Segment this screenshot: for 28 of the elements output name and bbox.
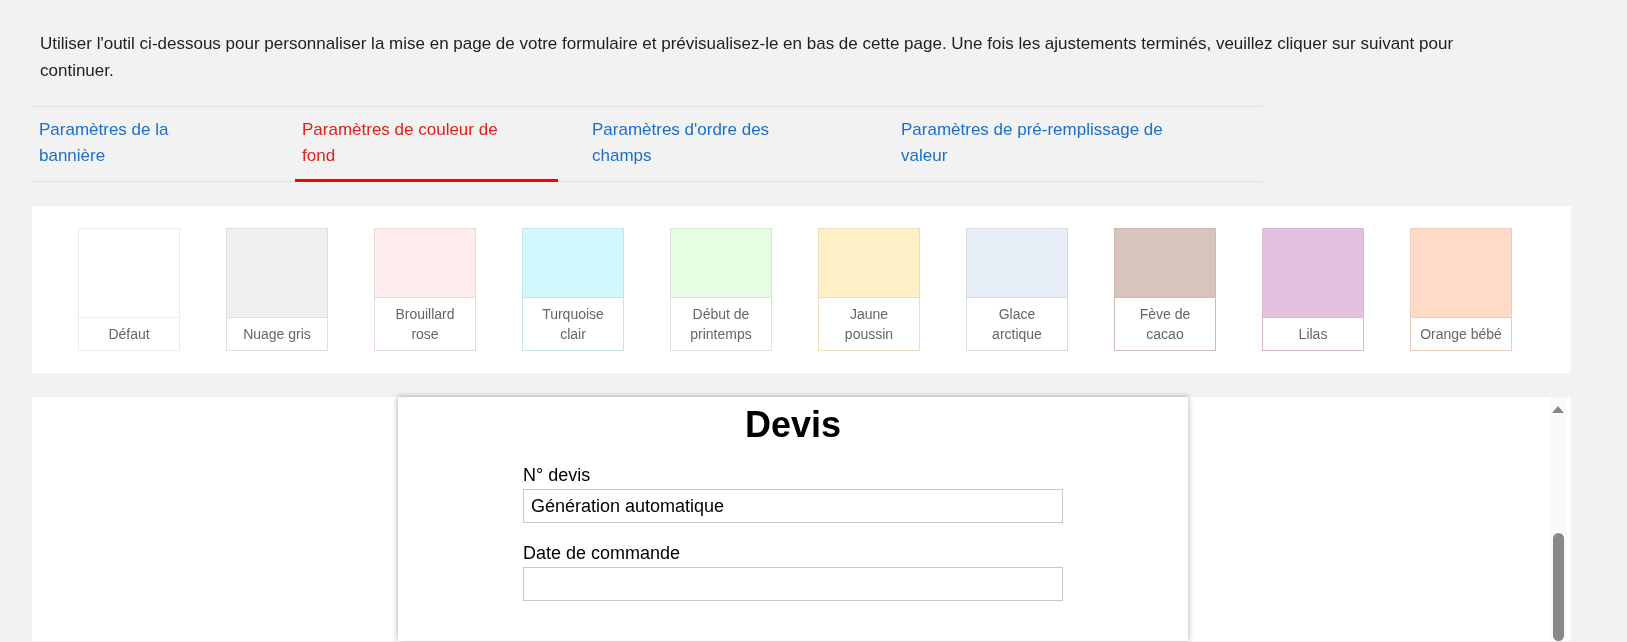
- color-swatch[interactable]: Turquoise clair: [522, 228, 624, 351]
- color-swatch[interactable]: Orange bébé: [1410, 228, 1512, 351]
- color-swatch[interactable]: Jaune poussin: [818, 228, 920, 351]
- color-swatch[interactable]: Lilas: [1262, 228, 1364, 351]
- color-swatch[interactable]: Brouillard rose: [374, 228, 476, 351]
- swatch-label: Lilas: [1263, 317, 1363, 350]
- swatch-label: Fève de cacao: [1115, 297, 1215, 350]
- swatch-label: Début de printemps: [671, 297, 771, 350]
- tab[interactable]: Paramètres de couleur de fond: [295, 107, 558, 182]
- color-swatch[interactable]: Défaut: [78, 228, 180, 351]
- swatch-label: Nuage gris: [227, 317, 327, 350]
- swatch-label: Turquoise clair: [523, 297, 623, 350]
- color-swatch[interactable]: Glace arctique: [966, 228, 1068, 351]
- field-label: Date de commande: [523, 542, 682, 565]
- swatch-label: Orange bébé: [1411, 317, 1511, 350]
- tab[interactable]: Paramètres de la bannière: [32, 107, 232, 182]
- form-title: Devis: [744, 403, 842, 447]
- field-label: N° devis: [523, 464, 592, 487]
- tab[interactable]: Paramètres d'ordre des champs: [585, 107, 815, 182]
- color-swatch[interactable]: Début de printemps: [670, 228, 772, 351]
- instructions-text: Utiliser l'outil ci-dessous pour personnaliser la mise en page de votre formulaire et prévisualisez-le en bas de cette page. Une fois les ajustements terminés, veuillez cliquer sur suivant pour continuer.: [39, 33, 1455, 82]
- swatch-label: Brouillard rose: [375, 297, 475, 350]
- text-field[interactable]: Génération automatique: [523, 489, 1063, 523]
- tab[interactable]: Paramètres de pré-remplissage de valeur: [894, 107, 1194, 182]
- swatch-label: Glace arctique: [967, 297, 1067, 350]
- color-swatch[interactable]: Nuage gris: [226, 228, 328, 351]
- swatch-label: Jaune poussin: [819, 297, 919, 350]
- color-swatch[interactable]: Fève de cacao: [1114, 228, 1216, 351]
